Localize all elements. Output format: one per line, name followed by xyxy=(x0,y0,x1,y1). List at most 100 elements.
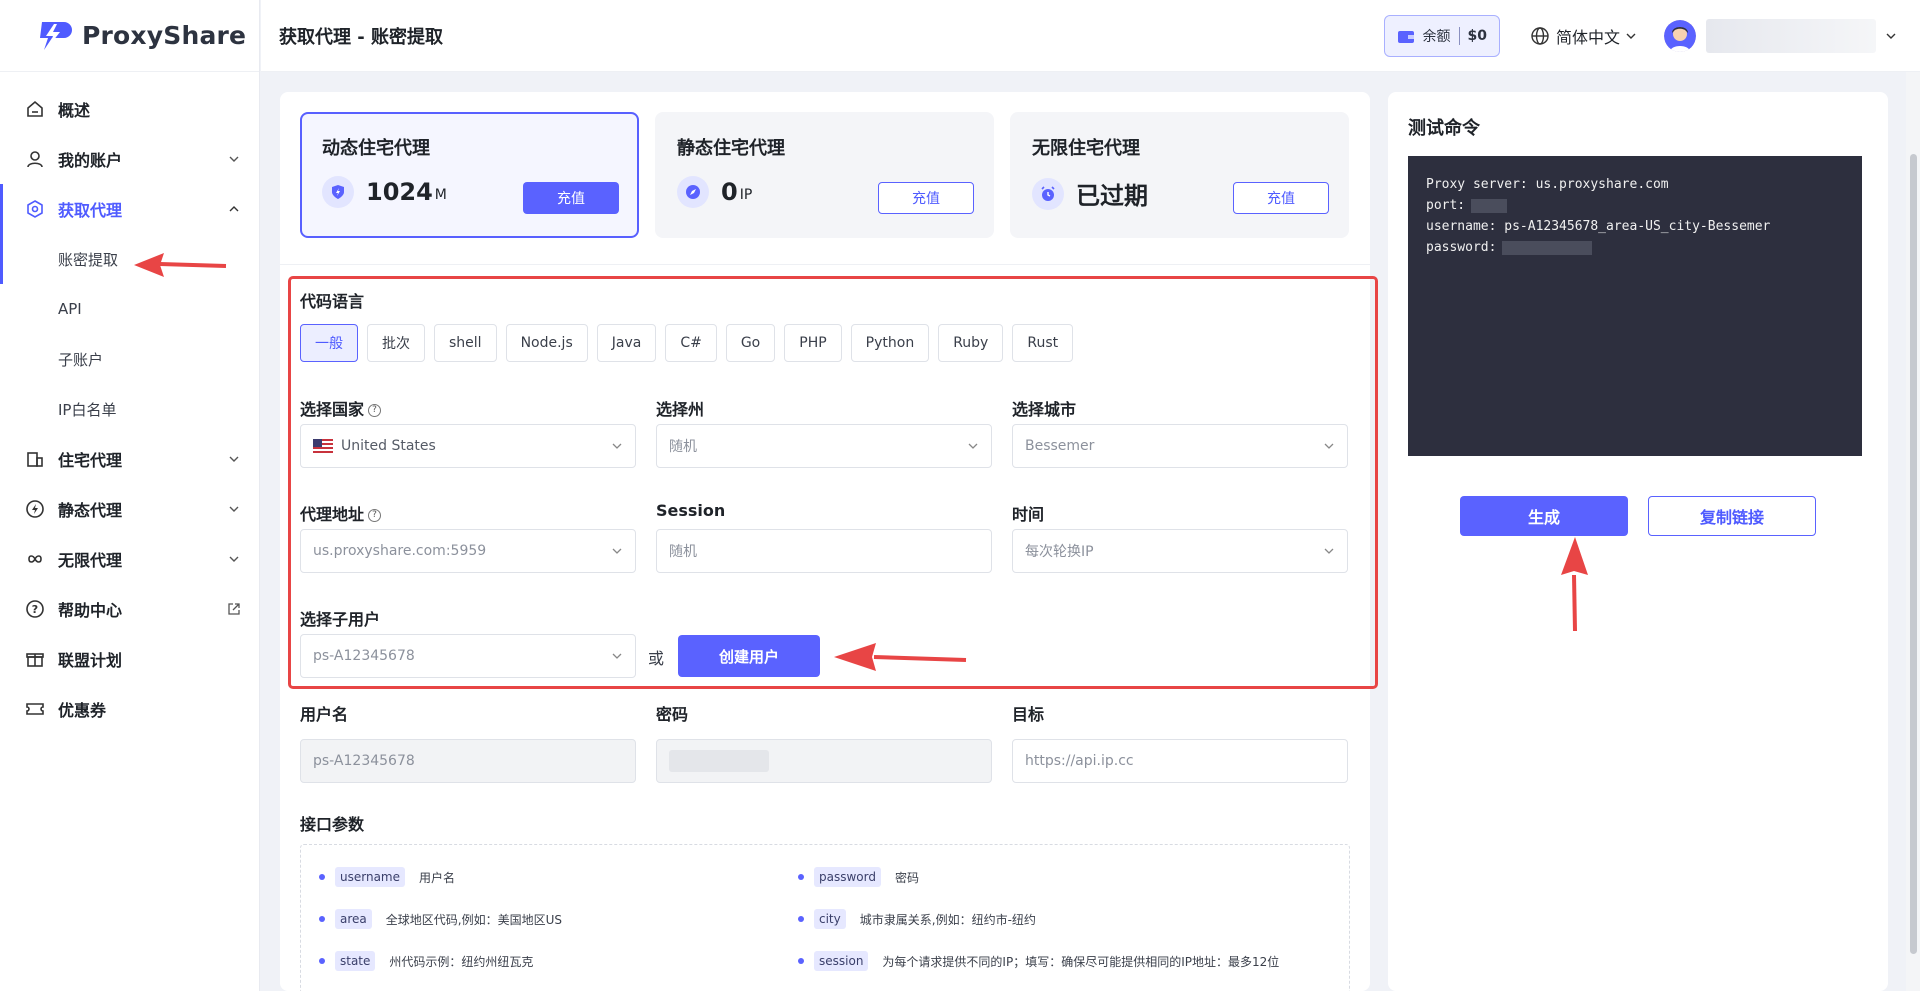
time-value: 每次轮换IP xyxy=(1025,544,1094,560)
sidebar-subitem-label: 子账户 xyxy=(58,350,104,369)
sidebar-item-affiliate[interactable]: 联盟计划 xyxy=(0,634,259,684)
help-icon[interactable]: ? xyxy=(368,509,382,522)
command-console: Proxy server: us.proxyshare.com port: us… xyxy=(1408,156,1862,456)
sidebar-item-label: 无限代理 xyxy=(58,551,123,570)
plan-value: 1024 xyxy=(366,178,433,206)
language-selector[interactable]: 简体中文 xyxy=(1530,24,1636,48)
sidebar-item-get-proxy[interactable]: 获取代理 xyxy=(0,184,259,234)
lang-tab-csharp[interactable]: C# xyxy=(665,324,717,362)
sidebar-subitem-credentials[interactable]: 账密提取 xyxy=(0,234,259,284)
lang-tab-ruby[interactable]: Ruby xyxy=(938,324,1004,362)
sidebar-subitem-ip-whitelist[interactable]: IP白名单 xyxy=(0,384,259,434)
sidebar-item-help[interactable]: ? 帮助中心 xyxy=(0,584,259,634)
chevron-down-icon xyxy=(227,502,241,516)
generate-button[interactable]: 生成 xyxy=(1460,496,1628,536)
lang-tab-php[interactable]: PHP xyxy=(784,324,842,362)
code-language-tabs: 一般 批次 shell Node.js Java C# Go PHP Pytho… xyxy=(300,324,1074,362)
subuser-select[interactable]: ps-A12345678 xyxy=(300,634,636,678)
param-key: state xyxy=(335,951,376,971)
sidebar-subitem-label: IP白名单 xyxy=(58,400,117,419)
help-icon[interactable]: ? xyxy=(368,404,382,417)
param-desc: 为每个请求提供不同的IP；填写：确保尽可能提供相同的IP地址：最多12位 xyxy=(882,954,1280,969)
bolt-icon xyxy=(24,498,46,520)
balance-badge[interactable]: 余额 $0 xyxy=(1383,14,1500,57)
recharge-button[interactable]: 充值 xyxy=(523,182,619,214)
sidebar-item-unlimited[interactable]: 无限代理 xyxy=(0,534,259,584)
param-key: area xyxy=(335,909,372,929)
session-input[interactable]: 随机 xyxy=(656,529,992,573)
target-input[interactable]: https://api.ip.cc xyxy=(1012,739,1348,783)
lang-tab-nodejs[interactable]: Node.js xyxy=(505,324,588,362)
balance-amount: $0 xyxy=(1467,27,1487,44)
console-line: Proxy server: us.proxyshare.com xyxy=(1426,177,1669,192)
lang-tab-java[interactable]: Java xyxy=(596,324,657,362)
scrollbar-thumb[interactable] xyxy=(1910,154,1917,954)
bullet xyxy=(798,874,804,880)
sidebar-subitem-api[interactable]: API xyxy=(0,284,259,334)
bullet xyxy=(319,958,325,964)
proxy-address-select[interactable]: us.proxyshare.com:5959 xyxy=(300,529,636,573)
sidebar-item-label: 优惠券 xyxy=(58,701,107,720)
param-item: area 全球地区代码,例如：美国地区US xyxy=(319,909,562,929)
user-menu[interactable] xyxy=(1664,18,1896,53)
plan-value: 0 xyxy=(721,178,738,206)
proxy-address-value: us.proxyshare.com:5959 xyxy=(313,543,487,559)
target-placeholder: https://api.ip.cc xyxy=(1025,753,1134,769)
lang-tab-batch[interactable]: 批次 xyxy=(367,324,425,362)
avatar xyxy=(1664,19,1696,52)
lang-tab-go[interactable]: Go xyxy=(725,324,776,362)
chevron-down-icon xyxy=(1886,33,1896,39)
plan-title: 动态住宅代理 xyxy=(322,138,430,159)
recharge-button[interactable]: 充值 xyxy=(878,182,974,214)
password-field xyxy=(656,739,992,783)
param-desc: 城市隶属关系,例如：纽约市-纽约 xyxy=(859,912,1036,927)
time-select[interactable]: 每次轮换IP xyxy=(1012,529,1348,573)
plan-unit: IP xyxy=(739,187,753,203)
page-scrollbar[interactable] xyxy=(1906,72,1920,991)
time-label: 时间 xyxy=(1012,505,1045,524)
sidebar-subitem-subaccount[interactable]: 子账户 xyxy=(0,334,259,384)
lang-tab-general[interactable]: 一般 xyxy=(300,324,358,362)
user-name-redacted xyxy=(1706,18,1876,53)
username-label: 用户名 xyxy=(300,705,349,724)
chevron-down-icon xyxy=(1324,443,1334,449)
subuser-label: 选择子用户 xyxy=(300,610,381,629)
plan-card-dynamic[interactable]: 动态住宅代理 1024 M 充值 xyxy=(300,112,639,238)
sidebar-item-static[interactable]: 静态代理 xyxy=(0,484,259,534)
sidebar-item-label: 住宅代理 xyxy=(58,451,123,470)
country-select[interactable]: United States xyxy=(300,424,636,468)
sidebar-item-label: 联盟计划 xyxy=(58,651,123,670)
lang-tab-python[interactable]: Python xyxy=(850,324,930,362)
sidebar-subitem-label: 账密提取 xyxy=(58,250,119,269)
brand-logo[interactable]: ProxyShare xyxy=(0,0,259,72)
plan-card-unlimited[interactable]: 无限住宅代理 已过期 充值 xyxy=(1010,112,1349,238)
sidebar-item-account[interactable]: 我的账户 xyxy=(0,134,259,184)
state-select[interactable]: 随机 xyxy=(656,424,992,468)
chevron-down-icon xyxy=(227,152,241,166)
console-line: username: ps-A12345678_area-US_city-Bess… xyxy=(1426,219,1771,234)
chevron-down-icon xyxy=(612,443,622,449)
sidebar-item-coupons[interactable]: 优惠券 xyxy=(0,684,259,734)
password-redacted xyxy=(669,750,769,772)
plan-card-static[interactable]: 静态住宅代理 0 IP 充值 xyxy=(655,112,994,238)
sidebar-item-residential[interactable]: 住宅代理 xyxy=(0,434,259,484)
param-item: state 州代码示例：纽约州纽瓦克 xyxy=(319,951,533,971)
alarm-icon xyxy=(1032,177,1064,210)
gift-icon xyxy=(24,648,46,670)
recharge-button[interactable]: 充值 xyxy=(1233,182,1329,214)
building-icon xyxy=(24,448,46,470)
create-user-button[interactable]: 创建用户 xyxy=(678,635,820,677)
proxy-address-label: 代理地址? xyxy=(300,501,382,525)
copy-link-button[interactable]: 复制链接 xyxy=(1648,496,1816,536)
lang-tab-shell[interactable]: shell xyxy=(434,324,497,362)
country-label: 选择国家? xyxy=(300,396,382,420)
username-value: ps-A12345678 xyxy=(313,753,415,769)
sidebar: ProxyShare 概述 我的账户 获取代理 账密提取 API 子账户 IP白… xyxy=(0,0,260,991)
sidebar-item-overview[interactable]: 概述 xyxy=(0,84,259,134)
city-select[interactable]: Bessemer xyxy=(1012,424,1348,468)
svg-text:?: ? xyxy=(32,603,38,616)
param-item: username 用户名 xyxy=(319,867,455,887)
lang-tab-rust[interactable]: Rust xyxy=(1012,324,1074,362)
bullet xyxy=(319,874,325,880)
page-title: 获取代理 - 账密提取 xyxy=(279,26,444,48)
